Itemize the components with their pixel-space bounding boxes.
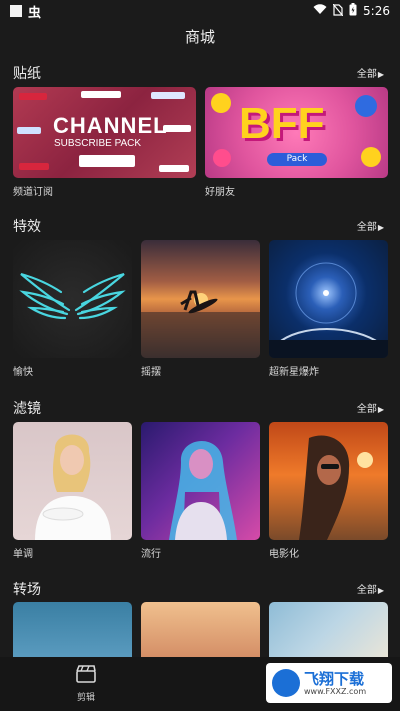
sticker-label: 好朋友	[205, 187, 235, 198]
effect-label: 超新星爆炸	[269, 367, 319, 378]
no-sim-icon	[332, 3, 344, 19]
battery-icon	[349, 3, 357, 19]
section-title: 转场	[13, 582, 41, 598]
effect-card[interactable]: 愉快	[13, 240, 132, 378]
triangle-right-icon: ▶	[377, 405, 384, 414]
triangle-right-icon: ▶	[377, 586, 384, 595]
sticker-label: 频道订阅	[13, 187, 53, 198]
filter-label: 电影化	[269, 549, 299, 560]
section-effects: 特效 全部▶	[0, 216, 400, 236]
transition-thumbnail[interactable]	[269, 602, 388, 658]
section-title: 贴纸	[13, 66, 41, 82]
section-title: 特效	[13, 219, 41, 235]
effect-card[interactable]: 超新星爆炸	[269, 240, 388, 378]
effect-label: 摇摆	[141, 367, 161, 378]
effects-row: 愉快 摇摆 超新星爆炸	[13, 240, 388, 378]
view-all-transitions[interactable]: 全部▶	[357, 581, 384, 596]
wifi-icon	[313, 4, 327, 18]
section-stickers: 贴纸 全部▶	[0, 63, 400, 83]
filters-row: 单调 流行 电影化	[13, 422, 388, 560]
view-all-filters[interactable]: 全部▶	[357, 400, 384, 415]
app-glyph: 虫	[28, 5, 42, 21]
bottom-nav: 剪辑 飞翔下载 www.FXXZ.com	[0, 657, 400, 711]
sticker-card-bff[interactable]: BFF Pack 好朋友	[205, 87, 388, 198]
filter-card[interactable]: 电影化	[269, 422, 388, 560]
filter-thumbnail	[13, 422, 132, 540]
effect-card[interactable]: 摇摆	[141, 240, 260, 378]
page-title: 商城	[184, 28, 215, 46]
view-all-stickers[interactable]: 全部▶	[357, 65, 384, 80]
view-all-effects[interactable]: 全部▶	[357, 218, 384, 233]
watermark-text: 飞翔下载	[304, 669, 365, 688]
notification-icon	[10, 5, 22, 17]
triangle-right-icon: ▶	[377, 223, 384, 232]
effect-thumbnail	[13, 240, 132, 358]
filter-label: 单调	[13, 549, 33, 560]
status-bar: 虫 5:26	[0, 0, 400, 22]
triangle-right-icon: ▶	[377, 70, 384, 79]
effect-thumbnail	[141, 240, 260, 358]
watermark-url: www.FXXZ.com	[304, 686, 367, 696]
sticker-card-channel[interactable]: CHANNEL SUBSCRIBE PACK 频道订阅	[13, 87, 196, 198]
transition-thumbnail[interactable]	[141, 602, 260, 658]
clapperboard-icon	[76, 665, 96, 687]
section-transitions: 转场 全部▶	[0, 579, 400, 599]
sticker-thumbnail: BFF Pack	[205, 87, 388, 178]
filter-label: 流行	[141, 549, 161, 560]
filter-thumbnail	[269, 422, 388, 540]
effect-label: 愉快	[13, 367, 33, 378]
section-title: 滤镜	[13, 401, 41, 417]
stickers-row: CHANNEL SUBSCRIBE PACK 频道订阅 BFF Pack 好朋友	[13, 87, 388, 198]
filter-card[interactable]: 流行	[141, 422, 260, 560]
filter-thumbnail	[141, 422, 260, 540]
transition-thumbnail[interactable]	[13, 602, 132, 658]
section-filters: 滤镜 全部▶	[0, 398, 400, 418]
effect-thumbnail	[269, 240, 388, 358]
watermark: 飞翔下载 www.FXXZ.com	[266, 663, 392, 703]
nav-edit-label: 剪辑	[76, 693, 95, 703]
transitions-row	[13, 602, 388, 658]
clock: 5:26	[363, 4, 390, 18]
nav-edit[interactable]: 剪辑	[72, 665, 100, 703]
sticker-thumbnail: CHANNEL SUBSCRIBE PACK	[13, 87, 196, 178]
watermark-logo-icon	[272, 669, 300, 697]
filter-card[interactable]: 单调	[13, 422, 132, 560]
